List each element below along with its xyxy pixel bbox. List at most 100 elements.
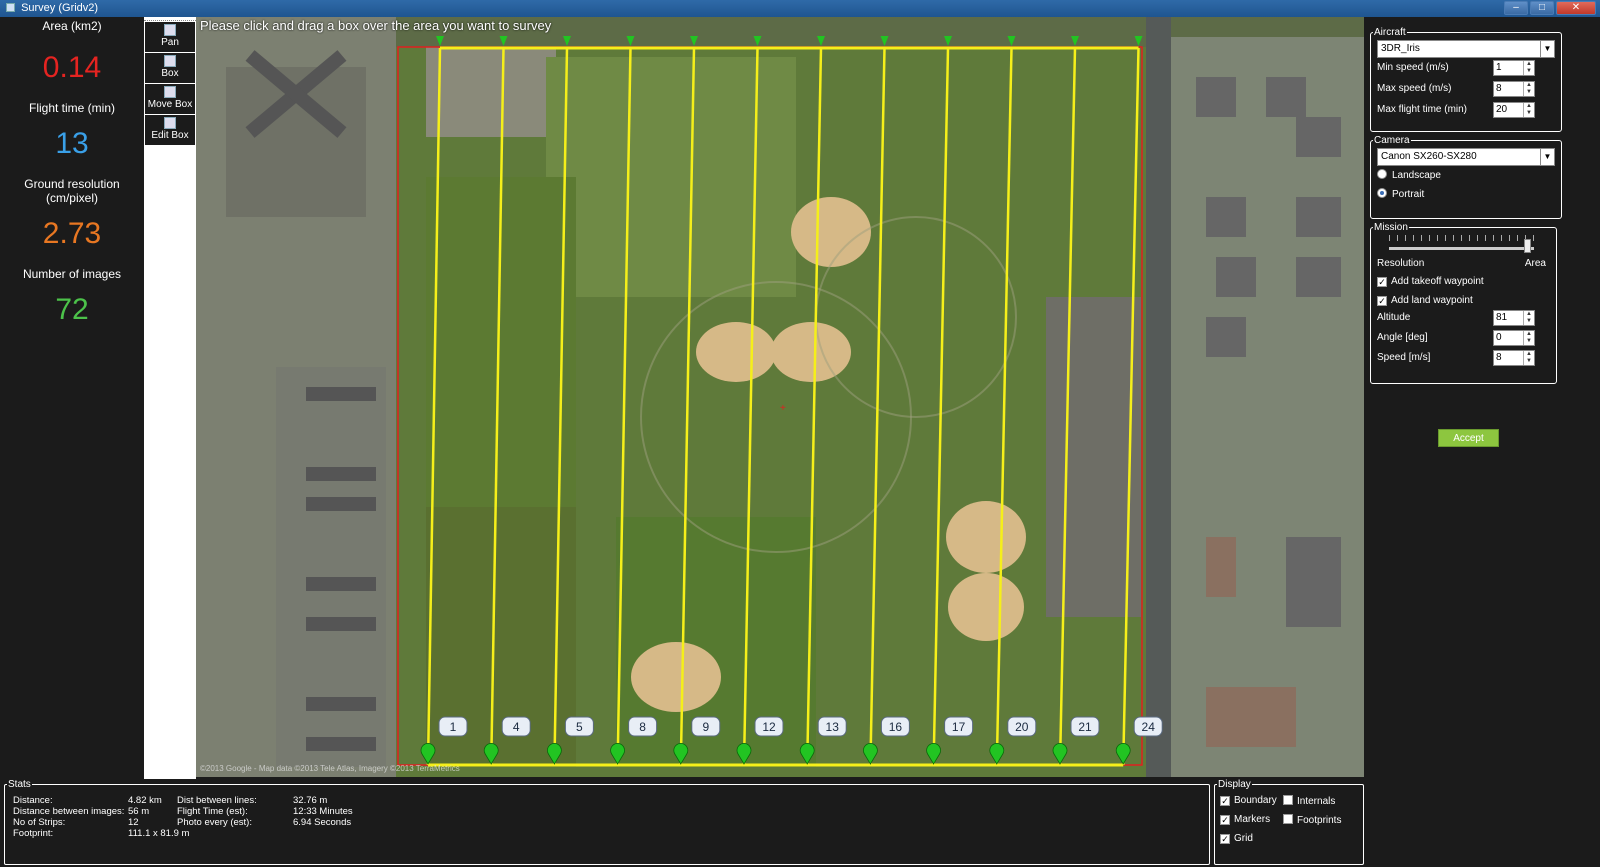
display-legend: Display [1218,779,1251,790]
angle-input[interactable]: 0 ▲ ▼ [1493,330,1535,346]
app-icon [6,3,15,12]
min-speed-label: Min speed (m/s) [1377,62,1449,73]
takeoff-checkbox[interactable]: ✓ Add takeoff waypoint [1377,272,1550,291]
markers-checkbox[interactable]: ✓ Markers [1220,814,1270,825]
window-title: Survey (Gridv2) [21,2,99,14]
waypoint-label: 24 [1142,720,1156,734]
map-instruction: Please click and drag a box over the are… [200,18,552,33]
footprint-value: 111.1 x 81.9 m [128,828,190,839]
slider-thumb[interactable] [1523,239,1531,253]
speed-label: Speed [m/s] [1377,352,1431,363]
checkbox-icon[interactable] [1283,795,1293,805]
photo-every-value: 6.94 Seconds [293,817,352,828]
min-speed-input[interactable]: 1 ▲ ▼ [1493,60,1535,76]
camera-legend: Camera [1374,135,1410,146]
accept-button[interactable]: Accept [1438,429,1499,447]
spinner-arrows-icon[interactable]: ▲ ▼ [1523,82,1534,96]
aircraft-select[interactable]: 3DR_Iris ▼ [1377,40,1555,58]
max-flight-label: Max flight time (min) [1377,104,1468,115]
summary-panel: Area (km2) 0.14 Flight time (min) 13 Gro… [0,17,144,787]
photo-every-label: Photo every (est): [177,817,252,828]
internals-checkbox[interactable]: Internals [1283,795,1335,807]
center-mark: + [780,403,786,414]
mission-group: Mission Resolution Area ✓ Add takeoff way… [1370,222,1557,384]
chevron-down-icon[interactable]: ▼ [1540,41,1554,57]
footprints-checkbox[interactable]: Footprints [1283,814,1341,826]
box-button[interactable]: Box [145,53,195,83]
checkbox-checked-icon[interactable]: ✓ [1377,296,1387,306]
max-flight-input[interactable]: 20 ▲ ▼ [1493,102,1535,118]
stats-legend: Stats [8,779,31,790]
map-view[interactable]: 1 4 5 8 9 12 13 16 17 20 21 24 + Please click and dr… [196,17,1364,777]
land-checkbox[interactable]: ✓ Add land waypoint [1377,291,1550,308]
spinner-arrows-icon[interactable]: ▲ ▼ [1523,351,1534,365]
flight-time-label: Flight time (min) [28,101,115,115]
images-label: Number of images [22,267,122,281]
checkbox-checked-icon[interactable]: ✓ [1377,277,1387,287]
waypoint-label: 12 [762,720,776,734]
stats-panel: Stats Distance: 4.82 km Distance between… [0,779,1212,867]
settings-panel: Aircraft 3DR_Iris ▼ Min speed (m/s) 1 ▲ ▼ … [1366,17,1600,787]
max-speed-input[interactable]: 8 ▲ ▼ [1493,81,1535,97]
distance-label: Distance: [13,795,53,806]
maximize-button[interactable]: □ [1530,1,1554,15]
dist-images-label: Distance between images: [13,806,125,817]
close-button[interactable]: ✕ [1556,1,1596,15]
speed-input[interactable]: 8 ▲ ▼ [1493,350,1535,366]
minimize-button[interactable]: – [1504,1,1528,15]
checkbox-checked-icon[interactable]: ✓ [1220,815,1230,825]
area-value: 0.14 [42,51,102,84]
footprint-label: Footprint: [13,828,54,839]
ground-resolution-stat: Ground resolution (cm/pixel) 2.73 [0,177,144,251]
move-box-button[interactable]: Move Box [145,84,195,114]
checkbox-icon[interactable] [1283,814,1293,824]
slider-track [1389,247,1534,250]
edit-box-icon [164,117,176,129]
camera-group: Camera Canon SX260-SX280 ▼ Landscape Por… [1370,135,1562,219]
waypoint-label: 8 [639,720,646,734]
spinner-arrows-icon[interactable]: ▲ ▼ [1523,103,1534,117]
map-copyright: ©2013 Google - Map data ©2013 Tele Atlas… [200,764,460,773]
area-label: Area (km2) [42,19,102,33]
dist-lines-label: Dist between lines: [177,795,257,806]
flight-time-est-label: Flight Time (est): [177,806,248,817]
waypoint-label: 4 [513,720,520,734]
waypoint-label: 13 [826,720,840,734]
chevron-down-icon[interactable]: ▼ [1540,149,1554,165]
camera-select-value: Canon SX260-SX280 [1381,151,1477,162]
waypoint-label: 1 [450,720,457,734]
altitude-input[interactable]: 81 ▲ ▼ [1493,310,1535,326]
boundary-checkbox[interactable]: ✓ Boundary [1220,795,1277,806]
portrait-radio[interactable]: Portrait [1377,185,1555,206]
waypoint-label: 17 [952,720,966,734]
map-toolbar: Pan Box Move Box Edit Box [144,17,196,792]
flight-time-value: 13 [55,127,89,160]
grid-checkbox[interactable]: ✓ Grid [1220,833,1253,844]
angle-label: Angle [deg] [1377,332,1428,343]
spinner-arrows-icon[interactable]: ▲ ▼ [1523,331,1534,345]
dist-images-value: 56 m [128,806,150,817]
aircraft-select-value: 3DR_Iris [1381,43,1420,54]
max-speed-label: Max speed (m/s) [1377,83,1452,94]
altitude-label: Altitude [1377,312,1411,323]
box-icon [164,55,176,67]
checkbox-checked-icon[interactable]: ✓ [1220,834,1230,844]
checkbox-checked-icon[interactable]: ✓ [1220,796,1230,806]
pan-button[interactable]: Pan [145,22,195,52]
display-panel: Display ✓ Boundary Internals ✓ Markers Foo… [1214,779,1364,867]
move-box-icon [164,86,176,98]
spinner-arrows-icon[interactable]: ▲ ▼ [1523,61,1534,75]
area-stat: Area (km2) 0.14 [0,19,144,85]
waypoint-label: 21 [1078,720,1092,734]
radio-selected-icon[interactable] [1377,188,1387,198]
aircraft-legend: Aircraft [1374,27,1406,38]
edit-box-button[interactable]: Edit Box [145,115,195,145]
landscape-radio[interactable]: Landscape [1377,166,1555,187]
resolution-area-slider[interactable] [1377,233,1550,261]
map-canvas[interactable]: 1 4 5 8 9 12 13 16 17 20 21 24 + [196,17,1364,777]
waypoint-label: 20 [1015,720,1029,734]
spinner-arrows-icon[interactable]: ▲ ▼ [1523,311,1534,325]
camera-select[interactable]: Canon SX260-SX280 ▼ [1377,148,1555,166]
dist-lines-value: 32.76 m [293,795,328,806]
radio-icon[interactable] [1377,169,1387,179]
